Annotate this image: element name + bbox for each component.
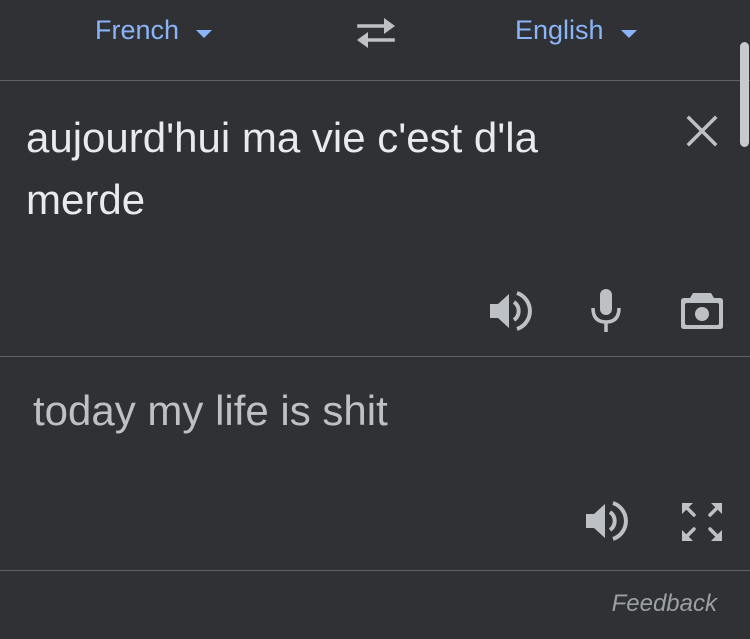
speaker-icon: [586, 501, 628, 541]
source-language-label: French: [95, 15, 180, 45]
translation-panel: today my life is shit: [0, 357, 750, 571]
listen-source-button[interactable]: [487, 289, 533, 333]
source-text-input[interactable]: aujourd'hui ma vie c'est d'la merde: [26, 107, 646, 231]
microphone-button[interactable]: [586, 287, 626, 335]
target-language-select[interactable]: English: [515, 15, 637, 46]
swap-arrows-icon: [357, 18, 395, 48]
caret-down-icon: [196, 29, 213, 38]
camera-button[interactable]: [679, 289, 725, 331]
clear-text-button[interactable]: [683, 112, 721, 150]
target-language-label: English: [515, 15, 604, 45]
close-icon: [686, 115, 718, 147]
caret-down-icon: [620, 29, 637, 38]
language-bar: French English: [0, 0, 750, 81]
translate-widget: French English aujourd'hui ma vie c'est …: [0, 0, 750, 639]
microphone-icon: [591, 289, 621, 332]
feedback-link[interactable]: Feedback: [612, 590, 717, 618]
translation-text: today my life is shit: [33, 387, 388, 434]
fullscreen-button[interactable]: [679, 500, 725, 544]
source-language-select[interactable]: French: [95, 15, 213, 46]
speaker-icon: [490, 291, 532, 331]
camera-icon: [681, 293, 723, 329]
listen-translation-button[interactable]: [583, 499, 629, 543]
swap-languages-button[interactable]: [353, 15, 399, 51]
source-panel: aujourd'hui ma vie c'est d'la merde: [0, 81, 750, 357]
fullscreen-icon: [682, 503, 722, 541]
